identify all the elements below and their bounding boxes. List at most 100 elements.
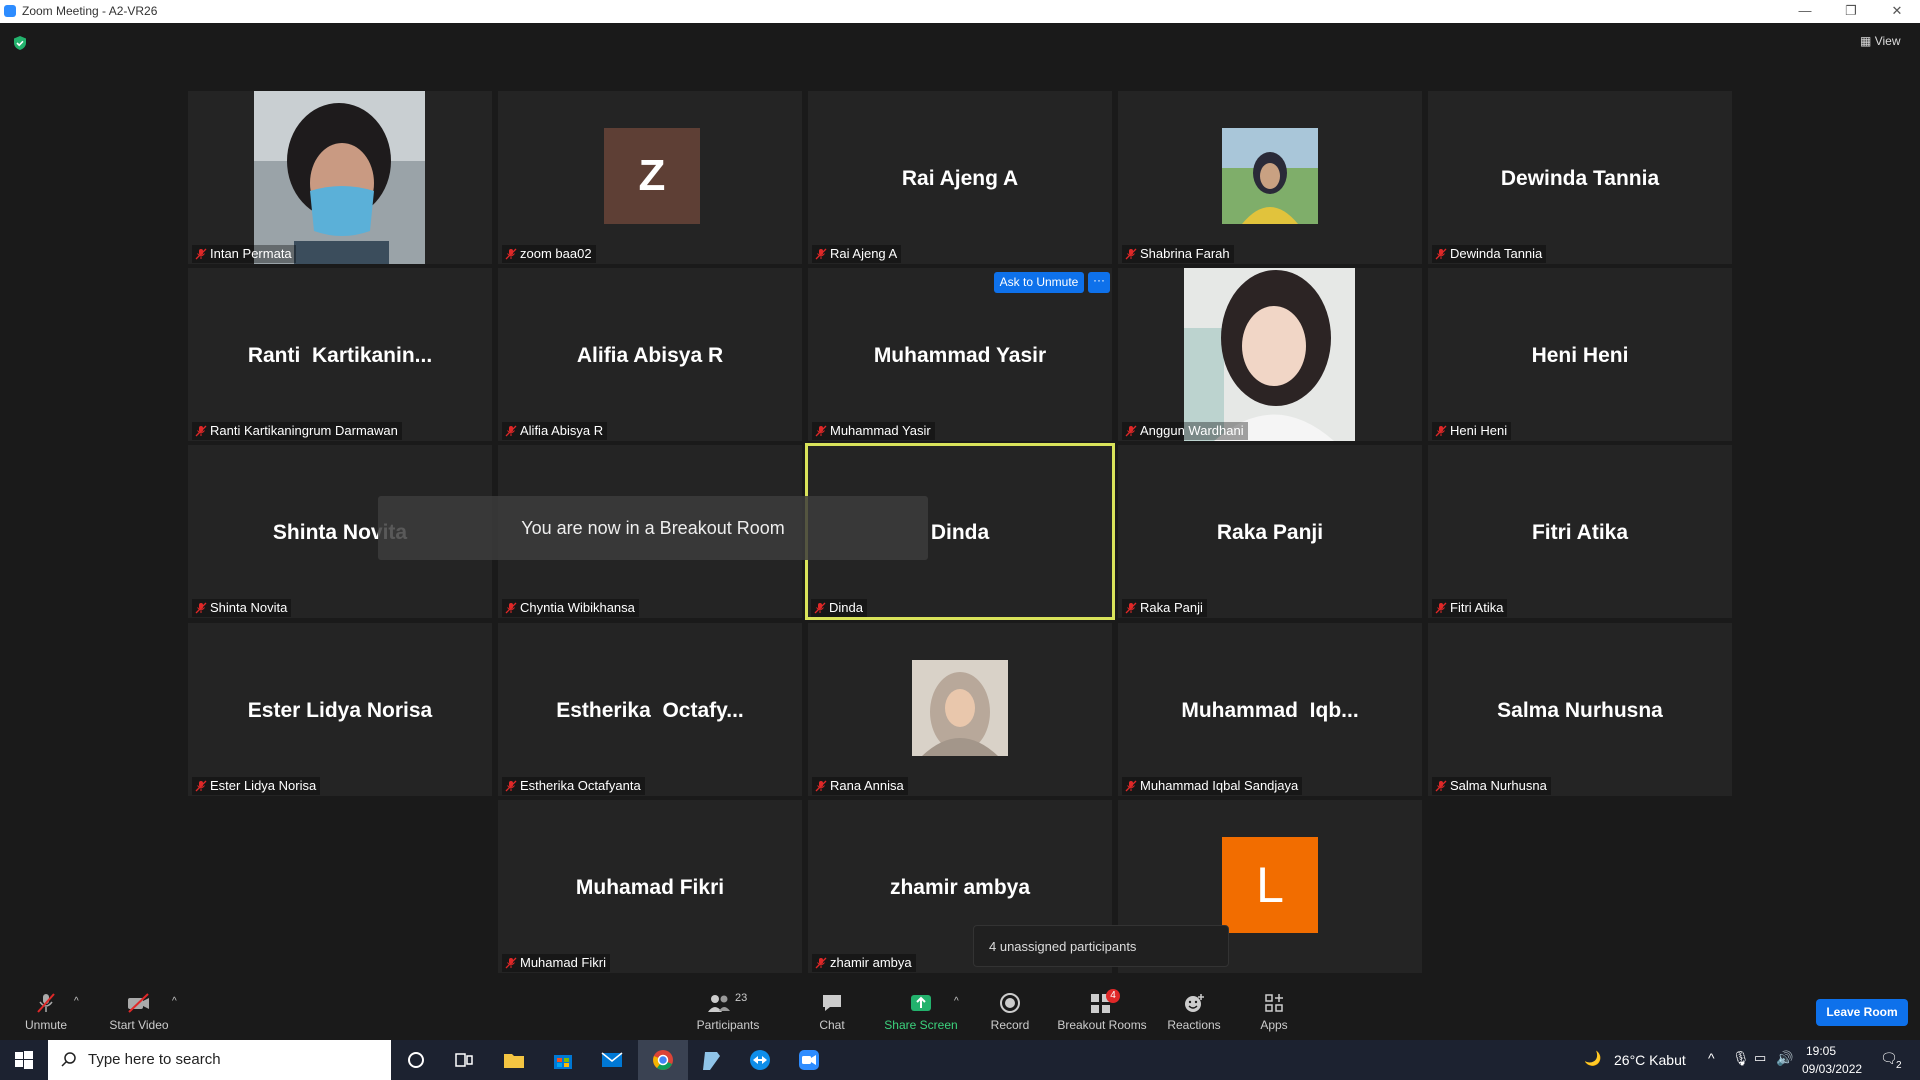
muted-mic-icon (195, 425, 207, 437)
search-icon (61, 1052, 76, 1067)
video-tile-ranti[interactable]: Ranti Kartikanin... Ranti Kartikaningrum… (188, 268, 492, 441)
video-tile-intan[interactable]: Intan Permata (188, 91, 492, 264)
chat-button[interactable]: Chat (812, 992, 852, 1032)
participant-name: Fitri Atika (1450, 600, 1504, 615)
close-button[interactable]: ✕ (1874, 0, 1920, 23)
video-tile-rana[interactable]: Rana Annisa (808, 623, 1112, 796)
participant-name-tag: Shinta Novita (192, 599, 292, 617)
participant-count: 23 (735, 992, 748, 1004)
muted-mic-icon (505, 957, 517, 969)
participant-name-tag: zoom baa02 (502, 245, 596, 263)
cortana-icon[interactable] (404, 1048, 428, 1072)
reactions-icon (1185, 994, 1204, 1012)
video-tile-zoom-baa02[interactable]: Z zoom baa02 (498, 91, 802, 264)
minimize-button[interactable]: — (1782, 0, 1828, 23)
task-view-icon[interactable] (452, 1048, 476, 1072)
avatar-letter: L (1222, 837, 1318, 933)
weather-icon[interactable]: 🌙 (1584, 1050, 1601, 1067)
video-tile-alifia[interactable]: Alifia Abisya R Alifia Abisya R (498, 268, 802, 441)
participant-name: Muhamad Fikri (520, 955, 606, 970)
video-tile-heni[interactable]: Heni Heni Heni Heni (1428, 268, 1732, 441)
video-tile-iqbal[interactable]: Muhammad Iqb... Muhammad Iqbal Sandjaya (1118, 623, 1422, 796)
taskbar-search-box[interactable]: Type here to search (48, 1040, 391, 1080)
reactions-button[interactable]: Reactions (1166, 992, 1222, 1032)
clock-date[interactable]: 09/03/2022 (1802, 1062, 1862, 1076)
participant-name: Raka Panji (1140, 600, 1203, 615)
video-tile-salma[interactable]: Salma Nurhusna Salma Nurhusna (1428, 623, 1732, 796)
more-options-button[interactable]: ··· (1088, 272, 1110, 293)
unmute-button[interactable]: Unmute (20, 992, 72, 1032)
meeting-toolbar: Unmute ^ Start Video ^ 23 Participants C… (0, 980, 1920, 1040)
ask-to-unmute-button[interactable]: Ask to Unmute (994, 272, 1084, 293)
weather-text[interactable]: 26°C Kabut (1614, 1052, 1686, 1068)
participant-name: Salma Nurhusna (1450, 778, 1547, 793)
apps-button[interactable]: Apps (1254, 992, 1294, 1032)
participant-name: Rana Annisa (830, 778, 904, 793)
video-tile-anggun[interactable]: Anggun Wardhani (1118, 268, 1422, 441)
share-screen-button[interactable]: Share Screen (884, 992, 958, 1032)
muted-mic-icon (505, 780, 517, 792)
microsoft-store-icon[interactable] (551, 1048, 575, 1072)
participant-name: Rai Ajeng A (830, 246, 898, 261)
video-tile-raka[interactable]: Raka Panji Raka Panji (1118, 445, 1422, 618)
volume-icon[interactable]: 🔊 (1776, 1050, 1793, 1067)
chrome-icon[interactable] (651, 1048, 675, 1072)
participant-name-tag: Muhammad Iqbal Sandjaya (1122, 777, 1303, 795)
video-tile-dewinda[interactable]: Dewinda Tannia Dewinda Tannia (1428, 91, 1732, 264)
leave-room-button[interactable]: Leave Room (1816, 999, 1908, 1026)
window-title: Zoom Meeting - A2-VR26 (22, 4, 158, 18)
participant-name: Dinda (829, 600, 863, 615)
video-tile-shabrina[interactable]: Shabrina Farah (1118, 91, 1422, 264)
show-hidden-icons-icon[interactable]: ^ (1708, 1050, 1715, 1066)
unassigned-participants-tooltip: 4 unassigned participants (973, 925, 1229, 967)
chat-label: Chat (819, 1018, 845, 1032)
audio-options-caret[interactable]: ^ (74, 996, 79, 1007)
clock-time[interactable]: 19:05 (1806, 1044, 1836, 1058)
windows-start-icon[interactable] (12, 1048, 36, 1072)
breakout-rooms-label: Breakout Rooms (1057, 1018, 1147, 1032)
teamviewer-icon[interactable] (748, 1048, 772, 1072)
apps-icon (1265, 994, 1283, 1012)
video-options-caret[interactable]: ^ (172, 996, 177, 1007)
restore-button[interactable]: ❐ (1828, 0, 1874, 23)
breakout-rooms-icon: 4 (1089, 989, 1120, 1014)
participant-display-name: Salma Nurhusna (1497, 699, 1663, 722)
muted-mic-icon (1435, 602, 1447, 614)
view-button[interactable]: ▦ View (1860, 34, 1900, 48)
video-tile-fikri[interactable]: Muhamad Fikri Muhamad Fikri (498, 800, 802, 973)
participant-name-tag: Ester Lidya Norisa (192, 777, 321, 795)
breakout-rooms-button[interactable]: 4 Breakout Rooms (1056, 989, 1148, 1032)
record-label: Record (990, 1018, 1030, 1032)
file-explorer-icon[interactable] (502, 1048, 526, 1072)
video-tile-fitri[interactable]: Fitri Atika Fitri Atika (1428, 445, 1732, 618)
notepad-icon[interactable] (700, 1048, 724, 1072)
muted-mic-icon (37, 993, 55, 1013)
muted-mic-icon (1125, 425, 1137, 437)
video-tile-estherika[interactable]: Estherika Octafy... Estherika Octafyanta (498, 623, 802, 796)
participant-name: zhamir ambya (830, 955, 912, 970)
zoom-taskbar-icon[interactable] (797, 1048, 821, 1072)
participant-photo (1222, 128, 1318, 224)
participant-name-tag: Raka Panji (1122, 599, 1207, 617)
start-video-button[interactable]: Start Video (104, 992, 174, 1032)
encryption-shield-icon[interactable] (12, 35, 28, 51)
zoom-app-icon (4, 5, 16, 17)
share-options-caret[interactable]: ^ (954, 996, 959, 1007)
muted-mic-icon (815, 957, 827, 969)
participants-button[interactable]: 23 Participants (692, 992, 764, 1032)
microphone-icon[interactable]: 🎙 (1732, 1050, 1750, 1067)
participant-name-tag: Estherika Octafyanta (502, 777, 645, 795)
network-icon[interactable]: ▭ (1754, 1050, 1766, 1066)
participant-name: Estherika Octafyanta (520, 778, 641, 793)
search-placeholder: Type here to search (88, 1051, 221, 1068)
participant-name-tag: Dewinda Tannia (1432, 245, 1547, 263)
video-tile-rai[interactable]: Rai Ajeng A Rai Ajeng A (808, 91, 1112, 264)
apps-label: Apps (1260, 1018, 1288, 1032)
video-tile-ester[interactable]: Ester Lidya Norisa Ester Lidya Norisa (188, 623, 492, 796)
record-button[interactable]: Record (988, 992, 1032, 1032)
participant-name-tag: Ranti Kartikaningrum Darmawan (192, 422, 402, 440)
participant-name: Chyntia Wibikhansa (520, 600, 635, 615)
mail-icon[interactable] (600, 1048, 624, 1072)
participant-name-tag: Dinda (811, 599, 867, 617)
video-tile-yasir[interactable]: Muhammad Yasir Muhammad Yasir (808, 268, 1112, 441)
